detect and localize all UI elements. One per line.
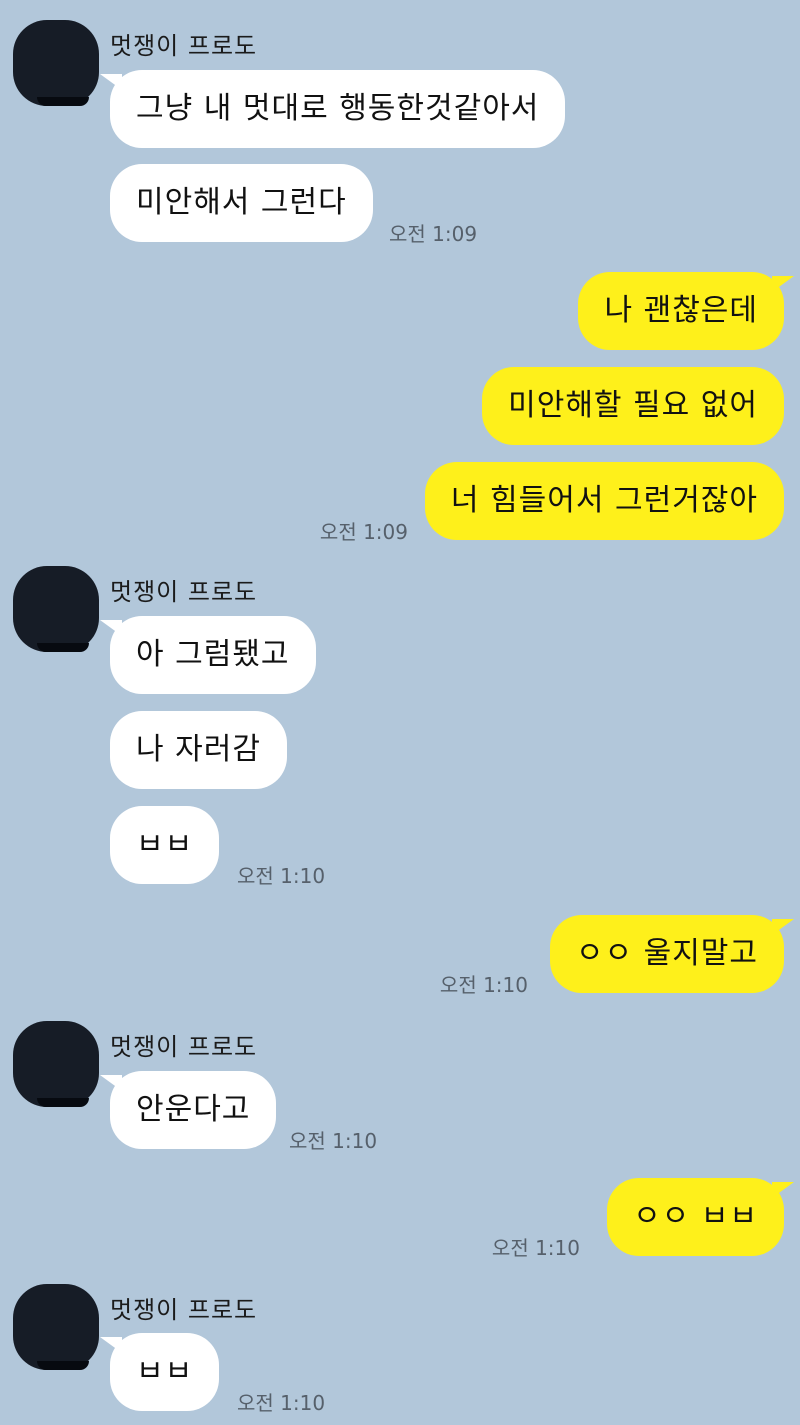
message-timestamp: 오전 1:10	[237, 864, 326, 888]
sender-name: 멋쟁이 프로도	[110, 1296, 258, 1324]
message-timestamp: 오전 1:10	[491, 1236, 580, 1260]
sender-name: 멋쟁이 프로도	[110, 578, 258, 606]
avatar[interactable]	[13, 566, 99, 652]
outgoing-message-bubble[interactable]: 나 괜찮은데	[578, 272, 794, 350]
message-timestamp: 오전 1:10	[237, 1391, 326, 1415]
message-timestamp: 오전 1:09	[389, 222, 478, 246]
message-timestamp: 오전 1:10	[439, 973, 528, 997]
incoming-message-bubble[interactable]: ㅂㅂ	[110, 806, 220, 884]
incoming-message-bubble[interactable]: 나 자러감	[110, 711, 287, 789]
outgoing-message-bubble[interactable]: 미안해할 필요 없어	[482, 367, 784, 445]
incoming-message-bubble[interactable]: 아 그럼됐고	[100, 616, 316, 694]
incoming-message-bubble[interactable]: 미안해서 그런다	[110, 164, 373, 242]
avatar[interactable]	[13, 20, 99, 106]
avatar[interactable]	[13, 1284, 99, 1370]
outgoing-message-bubble[interactable]: ㅇㅇ 울지말고	[549, 915, 795, 993]
sender-name: 멋쟁이 프로도	[110, 32, 258, 60]
sender-name: 멋쟁이 프로도	[110, 1033, 258, 1061]
outgoing-message-bubble[interactable]: 너 힘들어서 그런거잖아	[424, 462, 784, 540]
incoming-message-bubble[interactable]: 그냥 내 멋대로 행동한것같아서	[99, 70, 566, 148]
message-timestamp: 오전 1:09	[319, 520, 408, 544]
avatar[interactable]	[13, 1021, 99, 1107]
incoming-message-bubble[interactable]: 안운다고	[99, 1071, 277, 1149]
incoming-message-bubble[interactable]: ㅂㅂ	[99, 1333, 220, 1411]
message-timestamp: 오전 1:10	[289, 1129, 378, 1153]
outgoing-message-bubble[interactable]: ㅇㅇ ㅂㅂ	[607, 1178, 794, 1256]
